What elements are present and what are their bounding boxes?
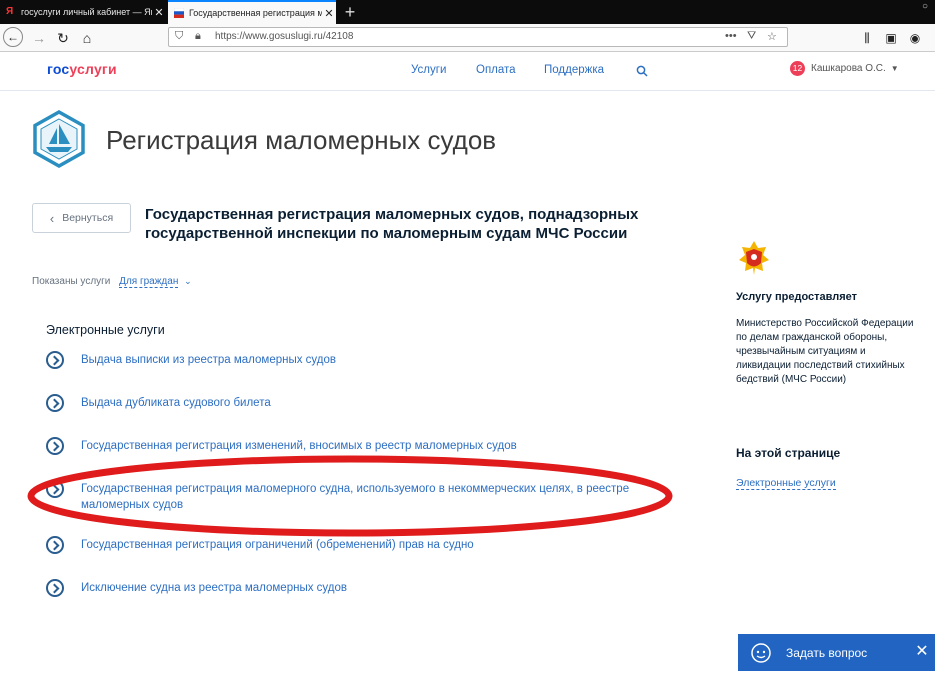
audience-select[interactable]: Для граждан: [119, 276, 179, 288]
browser-tab[interactable]: Я госуслуги личный кабинет — Ян ✕: [0, 0, 166, 24]
lock-icon: 🔒︎: [195, 30, 201, 42]
window-control-icon[interactable]: ○: [918, 0, 932, 14]
notification-badge: 12: [790, 61, 805, 76]
pocket-icon[interactable]: ⛛: [747, 30, 756, 43]
site-header: госуслуги Услуги Оплата Поддержка 12 Каш…: [0, 52, 935, 91]
user-menu[interactable]: 12 Кашкарова О.С. ▼: [790, 61, 899, 76]
tab-title: госуслуги личный кабинет — Ян: [21, 7, 152, 17]
reload-icon[interactable]: ↻: [52, 27, 74, 49]
gosuslugi-logo[interactable]: госуслуги: [47, 61, 117, 77]
service-item[interactable]: Исключение судна из реестра маломерных с…: [46, 579, 666, 597]
service-item[interactable]: Государственная регистрация изменений, в…: [46, 437, 666, 455]
service-link[interactable]: Государственная регистрация ограничений …: [81, 537, 474, 553]
chevron-left-icon: ‹: [49, 210, 55, 226]
service-title: Государственная регистрация маломерных с…: [145, 206, 639, 242]
emergency-ministry-emblem-icon: [739, 241, 769, 275]
yandex-icon: Я: [6, 6, 14, 17]
back-button-label: Вернуться: [62, 212, 114, 224]
ask-question-button[interactable]: Задать вопрос ✕: [738, 634, 935, 671]
audience-filter: Показаны услуги Для граждан ⌄: [32, 276, 192, 288]
close-tab-icon[interactable]: ✕: [322, 7, 336, 20]
page-actions-icon[interactable]: •••: [725, 30, 737, 42]
library-icon[interactable]: ⫼: [856, 27, 878, 49]
nav-services[interactable]: Услуги: [411, 64, 446, 76]
account-icon[interactable]: ◉: [904, 27, 926, 49]
provider-text: Министерство Российской Федерации по дел…: [736, 318, 914, 385]
service-link[interactable]: Государственная регистрация изменений, в…: [81, 438, 517, 454]
service-item[interactable]: Выдача выписки из реестра маломерных суд…: [46, 351, 666, 369]
browser-tab-active[interactable]: Государственная регистрация м ✕: [168, 0, 336, 24]
page-title: Регистрация маломерных судов: [106, 125, 497, 155]
home-icon[interactable]: ⌂: [76, 27, 98, 49]
tab-title: Государственная регистрация м: [189, 8, 322, 18]
section-heading: Электронные услуги: [46, 323, 165, 337]
chat-bubble-icon: [751, 642, 771, 663]
url-text: https://www.gosuslugi.ru/42108: [215, 31, 354, 42]
service-link[interactable]: Выдача выписки из реестра маломерных суд…: [81, 352, 336, 368]
provider-heading: Услугу предоставляет: [736, 291, 858, 303]
anchor-link-electronic-services[interactable]: Электронные услуги: [736, 477, 836, 490]
service-item[interactable]: Государственная регистрация маломерного …: [46, 480, 666, 513]
filter-label: Показаны услуги: [32, 276, 111, 287]
arrow-right-circle-icon: [46, 480, 64, 498]
user-name: Кашкарова О.С.: [811, 63, 886, 74]
russia-flag-icon: [174, 8, 184, 18]
browser-nav-bar: ← → ↻ ⌂ ⛉ 🔒︎ https://www.gosuslugi.ru/42…: [0, 24, 935, 52]
sidebar-icon[interactable]: ▣: [880, 27, 902, 49]
arrow-right-circle-icon: [46, 536, 64, 554]
service-item[interactable]: Выдача дубликата судового билета: [46, 394, 666, 412]
nav-support[interactable]: Поддержка: [544, 64, 604, 76]
shield-icon: ⛉: [175, 30, 184, 42]
close-icon[interactable]: ✕: [913, 642, 931, 662]
service-item[interactable]: Государственная регистрация ограничений …: [46, 536, 666, 554]
chevron-down-icon: ▼: [890, 64, 899, 73]
boat-category-icon: [33, 110, 85, 168]
back-arrow-icon[interactable]: ←: [3, 27, 23, 47]
new-tab-icon[interactable]: +: [340, 1, 360, 23]
ask-question-label: Задать вопрос: [786, 645, 868, 660]
bookmark-star-icon[interactable]: ☆: [767, 30, 777, 43]
close-tab-icon[interactable]: ✕: [152, 6, 166, 19]
on-this-page-heading: На этой странице: [736, 446, 841, 460]
back-button[interactable]: ‹ Вернуться: [32, 203, 131, 233]
service-link[interactable]: Исключение судна из реестра маломерных с…: [81, 580, 347, 596]
arrow-right-circle-icon: [46, 437, 64, 455]
chevron-down-icon: ⌄: [184, 276, 192, 286]
browser-tab-bar: Я госуслуги личный кабинет — Ян ✕ Госуда…: [0, 0, 935, 24]
arrow-right-circle-icon: [46, 579, 64, 597]
arrow-right-circle-icon: [46, 351, 64, 369]
forward-arrow-icon[interactable]: →: [28, 27, 50, 49]
search-icon[interactable]: [636, 65, 648, 77]
nav-payment[interactable]: Оплата: [476, 64, 516, 76]
address-bar[interactable]: ⛉ 🔒︎ https://www.gosuslugi.ru/42108 ••• …: [168, 27, 788, 47]
service-link[interactable]: Государственная регистрация маломерного …: [81, 481, 641, 513]
service-link[interactable]: Выдача дубликата судового билета: [81, 395, 271, 411]
arrow-right-circle-icon: [46, 394, 64, 412]
